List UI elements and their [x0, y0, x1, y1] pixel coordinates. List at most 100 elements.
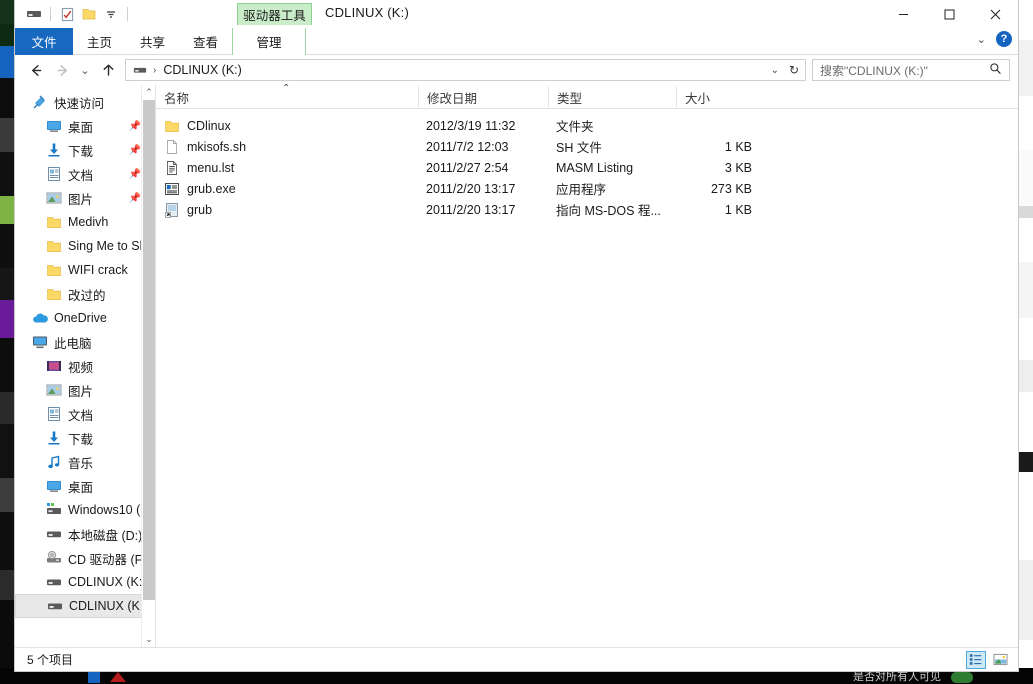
sidebar-item[interactable]: 音乐: [15, 450, 155, 474]
sidebar-item[interactable]: 图片 📌: [15, 186, 155, 210]
close-button[interactable]: [972, 0, 1018, 28]
chevron-up-icon[interactable]: ⌃: [142, 85, 155, 100]
search-icon[interactable]: [989, 62, 1002, 78]
sidebar-item[interactable]: Sing Me to Sle: [15, 234, 155, 258]
file-name-cell: grub: [156, 202, 418, 218]
table-row[interactable]: grub 2011/2/20 13:17 指向 MS-DOS 程... 1 KB: [156, 199, 1018, 220]
ribbon-right-controls: ⌄ ?: [977, 31, 1012, 47]
tab-manage[interactable]: 管理: [232, 28, 307, 55]
folder-icon: [45, 214, 62, 231]
table-row[interactable]: CDlinux 2012/3/19 11:32 文件夹: [156, 115, 1018, 136]
maximize-button[interactable]: [926, 0, 972, 28]
drive-icon: [45, 526, 62, 543]
file-type-cell: 应用程序: [556, 183, 607, 197]
desktop-icon: [45, 478, 62, 495]
taskbar-warning-icon: [110, 672, 126, 682]
sidebar-item[interactable]: Windows10 (C:: [15, 498, 155, 522]
file-rows: CDlinux 2012/3/19 11:32 文件夹 mkisofs.sh 2011/…: [156, 109, 1018, 220]
folder-icon: [164, 118, 180, 134]
file-date-cell: 2011/7/2 12:03: [426, 139, 509, 154]
pin-star-icon: [31, 94, 48, 111]
column-type[interactable]: 类型: [548, 86, 676, 108]
sidebar-item[interactable]: CDLINUX (K:): [15, 594, 155, 618]
cd-drive-icon: [45, 550, 62, 567]
tab-view[interactable]: 查看: [179, 28, 232, 55]
chevron-down-icon[interactable]: ⌄: [977, 33, 986, 46]
recent-locations-icon[interactable]: ⌄: [75, 57, 95, 83]
sidebar-item[interactable]: 快速访问: [15, 90, 155, 114]
folder-icon: [45, 262, 62, 279]
sidebar-item[interactable]: WIFI crack: [15, 258, 155, 282]
sidebar-item-label: 改过的: [68, 288, 106, 303]
sidebar-item[interactable]: CD 驱动器 (F:): [15, 546, 155, 570]
sidebar-item[interactable]: CDLINUX (K:): [15, 570, 155, 594]
sidebar-item[interactable]: Medivh: [15, 210, 155, 234]
tab-share[interactable]: 共享: [126, 28, 179, 55]
file-name-cell: CDlinux: [156, 118, 418, 134]
customize-dropdown-icon[interactable]: [100, 3, 122, 25]
sidebar-item-label: CDLINUX (K:): [68, 575, 147, 589]
properties-icon[interactable]: [56, 3, 78, 25]
sidebar-item[interactable]: 本地磁盘 (D:): [15, 522, 155, 546]
tab-file[interactable]: 文件: [15, 28, 73, 55]
chevron-down-icon[interactable]: ⌄: [771, 65, 779, 76]
address-bar[interactable]: › CDLINUX (K:) ⌄ ↻: [125, 59, 806, 81]
drive-icon[interactable]: [23, 3, 45, 25]
onedrive-icon: [31, 310, 48, 327]
sidebar-item[interactable]: 桌面 📌: [15, 114, 155, 138]
file-type-cell: 文件夹: [556, 120, 594, 134]
table-row[interactable]: menu.lst 2011/2/27 2:54 MASM Listing 3 KB: [156, 157, 1018, 178]
sidebar-item[interactable]: 改过的: [15, 282, 155, 306]
sidebar-item[interactable]: 视频: [15, 354, 155, 378]
minimize-button[interactable]: [880, 0, 926, 28]
tab-home[interactable]: 主页: [73, 28, 126, 55]
sidebar-item[interactable]: OneDrive: [15, 306, 155, 330]
sidebar-item[interactable]: 下载: [15, 426, 155, 450]
column-name[interactable]: 名称 ⌃: [156, 83, 418, 108]
scrollbar-thumb[interactable]: [143, 100, 155, 600]
taskbar-app-icon[interactable]: [88, 671, 100, 683]
pin-icon[interactable]: 📌: [129, 193, 141, 204]
file-name-cell: menu.lst: [156, 160, 418, 176]
sidebar-item[interactable]: 文档: [15, 402, 155, 426]
drive-icon: [133, 63, 147, 77]
table-row[interactable]: grub.exe 2011/2/20 13:17 应用程序 273 KB: [156, 178, 1018, 199]
pin-icon[interactable]: 📌: [129, 121, 141, 132]
up-arrow-icon[interactable]: [95, 57, 121, 83]
pin-icon[interactable]: 📌: [129, 145, 141, 156]
large-icons-view-button[interactable]: [990, 651, 1010, 669]
sidebar-item-label: 音乐: [68, 456, 94, 471]
table-row[interactable]: mkisofs.sh 2011/7/2 12:03 SH 文件 1 KB: [156, 136, 1018, 157]
search-input[interactable]: 搜索"CDLINUX (K:)": [812, 59, 1010, 81]
back-arrow-icon[interactable]: [23, 57, 49, 83]
sidebar-item[interactable]: 此电脑: [15, 330, 155, 354]
file-date-cell: 2011/2/20 13:17: [426, 202, 516, 217]
taskbar-status-indicator[interactable]: [951, 672, 973, 683]
documents-icon: [45, 166, 62, 183]
new-folder-icon[interactable]: [78, 3, 100, 25]
sidebar-item-label: OneDrive: [54, 311, 107, 325]
text-file-icon: [164, 160, 180, 176]
chevron-down-icon[interactable]: ⌄: [142, 632, 155, 647]
contextual-tab-group-label: 驱动器工具: [237, 3, 312, 25]
sidebar-item-label: CD 驱动器 (F:): [68, 552, 150, 567]
details-view-button[interactable]: [966, 650, 986, 669]
navigation-scrollbar[interactable]: ⌃ ⌄: [141, 85, 155, 647]
file-type-cell: SH 文件: [556, 141, 602, 155]
breadcrumb-separator: ›: [153, 64, 157, 76]
breadcrumb[interactable]: CDLINUX (K:): [163, 63, 241, 77]
help-icon[interactable]: ?: [996, 31, 1012, 47]
column-size[interactable]: 大小: [676, 86, 761, 108]
sidebar-item[interactable]: 下载 📌: [15, 138, 155, 162]
sidebar-item[interactable]: 桌面: [15, 474, 155, 498]
pin-icon[interactable]: 📌: [129, 169, 141, 180]
title-bar: 驱动器工具 CDLINUX (K:): [15, 0, 1018, 28]
refresh-icon[interactable]: ↻: [789, 63, 799, 77]
file-name-label: grub.exe: [187, 181, 236, 196]
sidebar-item[interactable]: 图片: [15, 378, 155, 402]
column-date-modified[interactable]: 修改日期: [418, 86, 548, 108]
sidebar-item[interactable]: 文档 📌: [15, 162, 155, 186]
forward-arrow-icon: [49, 57, 75, 83]
drive-icon: [45, 574, 62, 591]
file-date-cell: 2012/3/19 11:32: [426, 118, 516, 133]
